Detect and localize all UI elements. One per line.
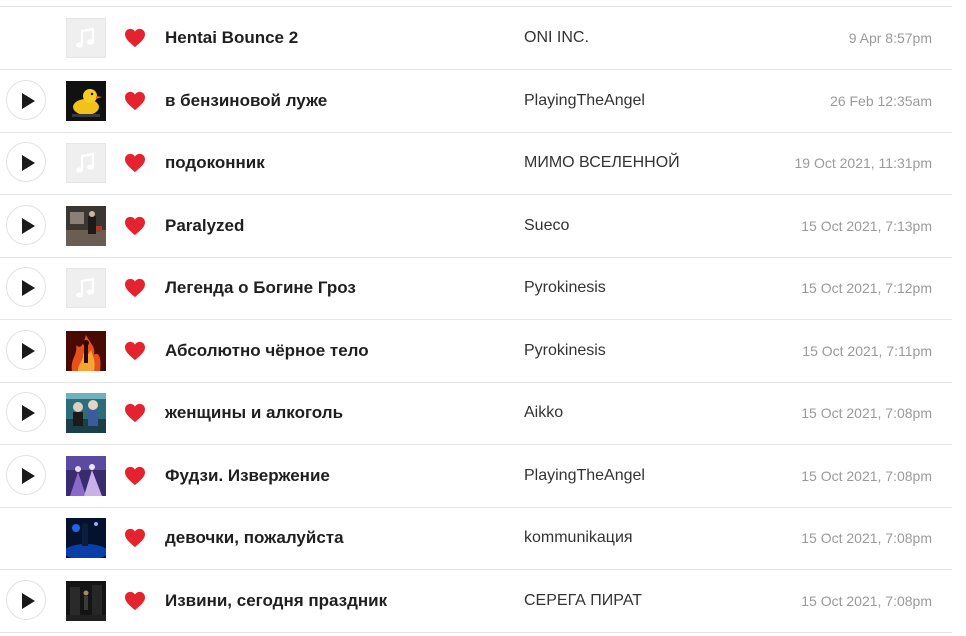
track-artist[interactable]: Pyrokinesis	[524, 257, 606, 319]
track-title[interactable]: женщины и алкоголь	[165, 382, 343, 444]
track-title[interactable]: Фудзи. Извержение	[165, 445, 330, 507]
track-artist[interactable]: kommunikация	[524, 507, 633, 569]
purple-figures-artwork	[66, 456, 106, 496]
play-button[interactable]	[6, 267, 46, 307]
track-title[interactable]: Hentai Bounce 2	[165, 7, 298, 69]
track-artist[interactable]: СЕРЕГА ПИРАТ	[524, 570, 642, 632]
play-button[interactable]	[6, 580, 46, 620]
track-date: 26 Feb 12:35am	[830, 93, 932, 109]
track-title[interactable]: Извини, сегодня праздник	[165, 570, 387, 632]
play-button[interactable]	[6, 80, 46, 120]
track-row[interactable]: женщины и алкоголь Aikko 15 Oct 2021, 7:…	[0, 382, 952, 445]
track-title[interactable]: Легенда о Богине Гроз	[165, 257, 356, 319]
heart-icon[interactable]	[124, 153, 146, 173]
track-title[interactable]: в бензиновой луже	[165, 70, 327, 132]
heart-icon[interactable]	[124, 466, 146, 486]
music-note-placeholder-icon	[66, 18, 106, 58]
track-artist[interactable]: Pyrokinesis	[524, 320, 606, 382]
track-artist[interactable]: Sueco	[524, 195, 569, 257]
track-artist[interactable]: PlayingTheAngel	[524, 70, 645, 132]
play-button[interactable]	[6, 142, 46, 182]
blue-stage-artwork	[66, 518, 106, 558]
play-icon	[22, 593, 35, 609]
play-button[interactable]	[6, 205, 46, 245]
heart-icon[interactable]	[124, 403, 146, 423]
track-date: 15 Oct 2021, 7:12pm	[801, 280, 932, 296]
track-date: 15 Oct 2021, 7:08pm	[801, 530, 932, 546]
play-icon	[22, 280, 35, 296]
track-row[interactable]: Легенда о Богине Гроз Pyrokinesis 15 Oct…	[0, 257, 952, 320]
heart-icon[interactable]	[124, 278, 146, 298]
track-title[interactable]: Абсолютно чёрное тело	[165, 320, 369, 382]
track-date: 15 Oct 2021, 7:11pm	[802, 343, 932, 359]
rubber-duck-artwork	[66, 81, 106, 121]
music-note-placeholder-icon	[66, 143, 106, 183]
play-icon	[22, 343, 35, 359]
track-row[interactable]: в бензиновой луже PlayingTheAngel 26 Feb…	[0, 70, 952, 133]
track-date: 15 Oct 2021, 7:08pm	[801, 468, 932, 484]
heart-icon[interactable]	[124, 28, 146, 48]
heart-icon[interactable]	[124, 528, 146, 548]
heart-icon[interactable]	[124, 341, 146, 361]
track-list: Hentai Bounce 2 ONI INC. 9 Apr 8:57pm в …	[0, 0, 952, 636]
fire-artwork	[66, 331, 106, 371]
track-row[interactable]: Paralyzed Sueco 15 Oct 2021, 7:13pm	[0, 195, 952, 258]
play-button[interactable]	[6, 455, 46, 495]
play-icon	[22, 468, 35, 484]
track-title[interactable]: подоконник	[165, 132, 265, 194]
music-note-placeholder-icon	[66, 268, 106, 308]
play-icon	[22, 405, 35, 421]
heart-icon[interactable]	[124, 216, 146, 236]
play-icon	[22, 93, 35, 109]
track-row[interactable]: Фудзи. Извержение PlayingTheAngel 15 Oct…	[0, 445, 952, 508]
dark-street-artwork	[66, 581, 106, 621]
play-icon	[22, 218, 35, 234]
track-date: 19 Oct 2021, 11:31pm	[794, 155, 933, 171]
dark-room-artwork	[66, 206, 106, 246]
play-button[interactable]	[6, 330, 46, 370]
track-date: 15 Oct 2021, 7:13pm	[801, 218, 932, 234]
track-title[interactable]: Paralyzed	[165, 195, 244, 257]
track-artist[interactable]: Aikko	[524, 382, 563, 444]
track-date: 15 Oct 2021, 7:08pm	[801, 593, 932, 609]
track-row[interactable]: Извини, сегодня праздник СЕРЕГА ПИРАТ 15…	[0, 570, 952, 633]
track-row[interactable]: девочки, пожалуйста kommunikация 15 Oct …	[0, 507, 952, 570]
teal-figures-artwork	[66, 393, 106, 433]
track-row[interactable]: Абсолютно чёрное тело Pyrokinesis 15 Oct…	[0, 320, 952, 383]
track-artist[interactable]: PlayingTheAngel	[524, 445, 645, 507]
track-title[interactable]: девочки, пожалуйста	[165, 507, 344, 569]
play-button[interactable]	[6, 392, 46, 432]
heart-icon[interactable]	[124, 91, 146, 111]
track-date: 9 Apr 8:57pm	[848, 30, 932, 46]
track-date: 15 Oct 2021, 7:08pm	[801, 405, 932, 421]
track-artist[interactable]: МИМО ВСЕЛЕННОЙ	[524, 132, 680, 194]
track-row[interactable]: подоконник МИМО ВСЕЛЕННОЙ 19 Oct 2021, 1…	[0, 132, 952, 195]
track-artist[interactable]: ONI INC.	[524, 7, 589, 69]
heart-icon[interactable]	[124, 591, 146, 611]
track-row[interactable]: Hentai Bounce 2 ONI INC. 9 Apr 8:57pm	[0, 7, 952, 70]
play-icon	[22, 155, 35, 171]
